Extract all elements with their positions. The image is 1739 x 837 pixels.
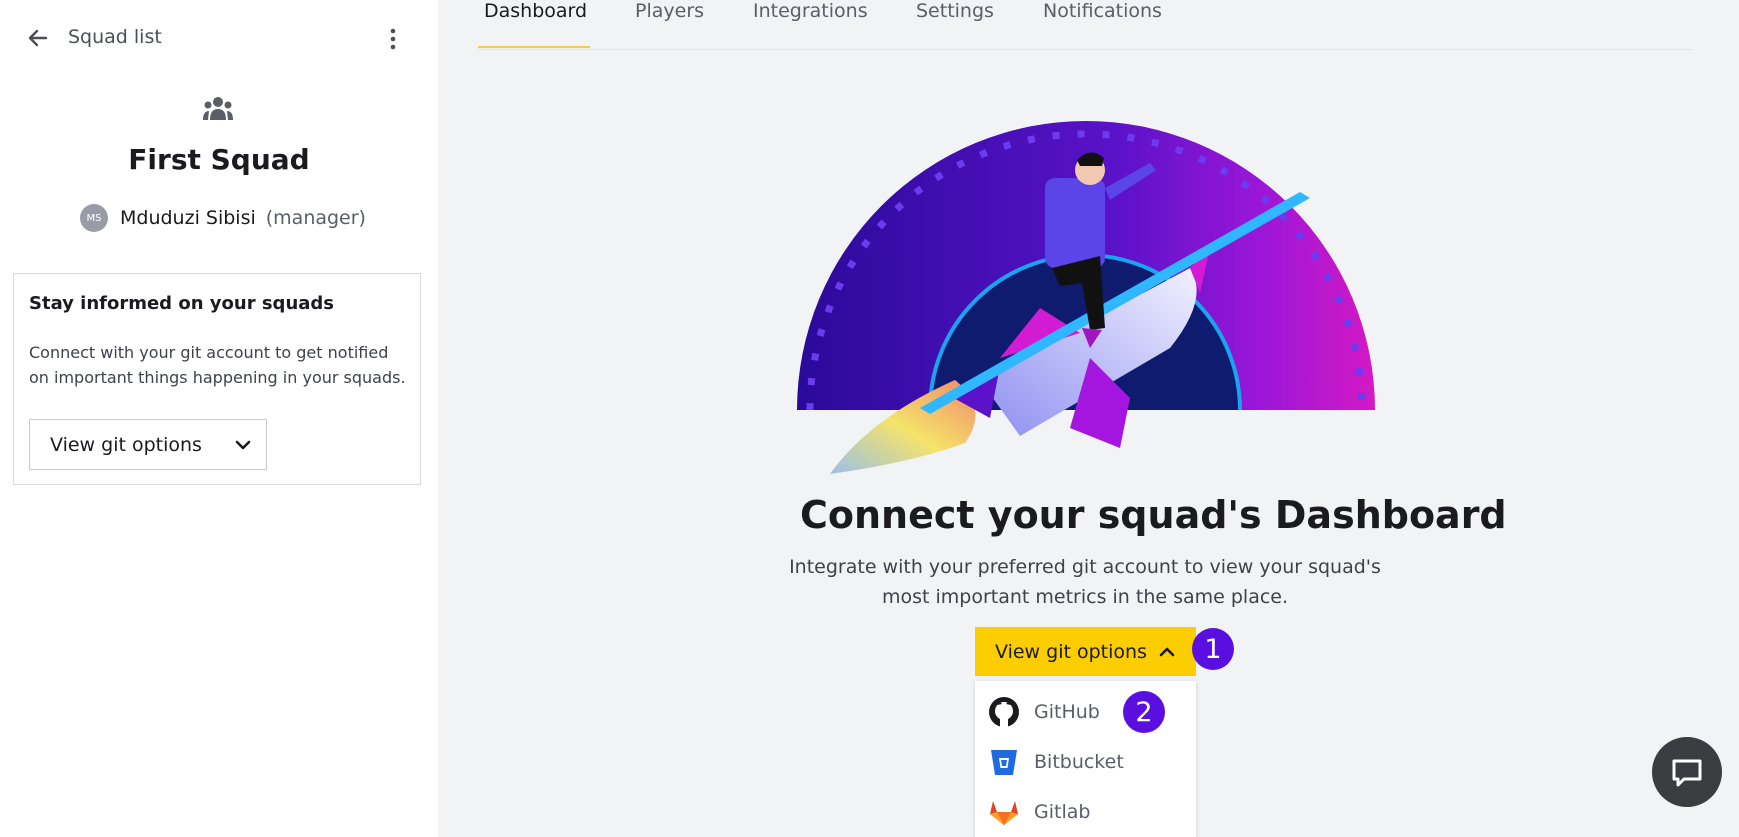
chevron-up-icon xyxy=(1159,647,1175,657)
rocket-illustration xyxy=(797,121,1375,474)
sidebar: Squad list First Squad MS Mduduzi Sibisi… xyxy=(0,0,438,837)
dropdown-item-bitbucket[interactable]: Bitbucket xyxy=(975,739,1196,785)
button-label: View git options xyxy=(50,433,202,456)
active-tab-indicator xyxy=(478,46,590,48)
manager-name: Mduduzi Sibisi xyxy=(120,207,256,229)
more-options-icon[interactable] xyxy=(378,24,408,54)
gitlab-icon xyxy=(990,801,1018,825)
team-icon xyxy=(203,97,233,120)
manager-row: MS Mduduzi Sibisi (manager) xyxy=(80,203,366,233)
notification-card: Stay informed on your squads Connect wit… xyxy=(13,273,421,485)
chat-button[interactable] xyxy=(1652,737,1722,807)
avatar: MS xyxy=(80,204,108,232)
chevron-down-icon xyxy=(235,440,251,450)
tab-settings[interactable]: Settings xyxy=(916,0,994,22)
card-title: Stay informed on your squads xyxy=(29,293,334,314)
git-options-dropdown: GitHub 2 Bitbucket Gitlab xyxy=(975,681,1196,837)
tab-bar: Dashboard Players Integrations Settings … xyxy=(478,0,1692,50)
button-label: View git options xyxy=(995,640,1147,663)
view-git-options-button[interactable]: View git options xyxy=(975,627,1196,676)
dashboard-subtitle: Integrate with your preferred git accoun… xyxy=(789,556,1381,608)
step-marker-2: 2 xyxy=(1123,691,1165,733)
tab-dashboard[interactable]: Dashboard xyxy=(484,0,587,22)
github-icon xyxy=(989,697,1019,727)
squad-name: First Squad xyxy=(128,143,310,176)
dropdown-label: Gitlab xyxy=(1034,801,1091,823)
bitbucket-icon xyxy=(991,750,1017,775)
view-git-options-button-sidebar[interactable]: View git options xyxy=(29,419,267,470)
tab-players[interactable]: Players xyxy=(635,0,704,22)
chat-icon xyxy=(1672,759,1702,787)
step-marker-1: 1 xyxy=(1192,628,1234,670)
dashboard-heading: Connect your squad's Dashboard xyxy=(800,493,1507,537)
tab-integrations[interactable]: Integrations xyxy=(753,0,868,22)
card-text: Connect with your git account to get not… xyxy=(29,343,406,387)
dropdown-label: GitHub xyxy=(1034,701,1100,723)
dropdown-item-gitlab[interactable]: Gitlab xyxy=(975,789,1196,835)
manager-role: (manager) xyxy=(265,207,366,229)
back-arrow-icon[interactable] xyxy=(24,24,52,52)
tab-notifications[interactable]: Notifications xyxy=(1043,0,1162,22)
dropdown-label: Bitbucket xyxy=(1034,751,1124,773)
squad-list-link[interactable]: Squad list xyxy=(68,26,162,48)
